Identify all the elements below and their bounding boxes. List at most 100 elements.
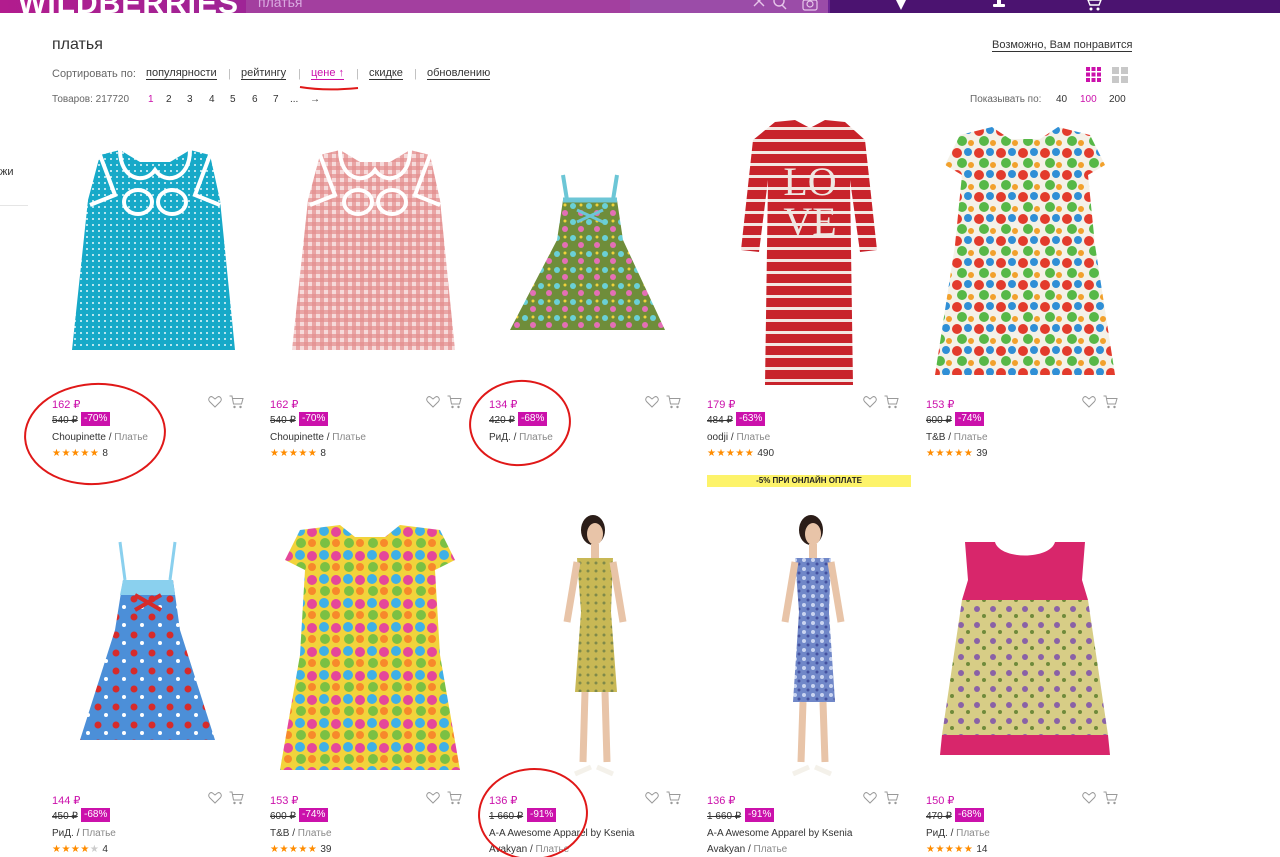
sidebar-cut-text[interactable]: жи: [0, 166, 14, 178]
cart-header-icon[interactable]: [1086, 0, 1104, 12]
product-image[interactable]: [940, 540, 1110, 760]
product-image[interactable]: [505, 170, 675, 340]
page-size-option[interactable]: 40: [1056, 94, 1067, 106]
add-to-cart-icon[interactable]: [229, 791, 244, 805]
sort-newest[interactable]: обновлению: [427, 67, 491, 80]
page-link[interactable]: 2: [166, 94, 172, 106]
review-count: 39: [976, 448, 988, 459]
discount-badge: -91%: [745, 808, 775, 822]
discount-badge: -74%: [299, 808, 329, 822]
sort-separator: |: [228, 68, 231, 80]
brand-name: T&B: [926, 432, 946, 443]
next-page-arrow[interactable]: →: [310, 94, 320, 106]
product-image[interactable]: LO VE: [735, 120, 885, 390]
add-to-cart-icon[interactable]: [229, 395, 244, 409]
sort-label: Сортировать по:: [52, 68, 136, 80]
sort-rating[interactable]: рейтингу: [241, 67, 287, 80]
add-to-cart-icon[interactable]: [884, 395, 899, 409]
sort-separator: |: [414, 68, 417, 80]
sort-popularity[interactable]: популярности: [146, 67, 217, 80]
brand-name: T&B: [270, 828, 290, 839]
profile-icon[interactable]: [990, 0, 1008, 12]
page-link[interactable]: 4: [209, 94, 215, 106]
product-old-price: 1 660 ₽: [707, 811, 742, 822]
product-image[interactable]: [930, 125, 1120, 380]
sidebar-divider: [0, 205, 28, 206]
page-link[interactable]: 6: [252, 94, 258, 106]
grid-view-small-icon[interactable]: [1086, 67, 1101, 82]
favorite-heart-icon[interactable]: [426, 395, 440, 409]
product-card[interactable]: 144 ₽ 450 ₽ -68% РиД. / Платье ★★★★★ 4: [52, 791, 252, 857]
discount-badge: -70%: [299, 412, 329, 426]
product-category: Платье: [332, 432, 366, 443]
discount-badge: -74%: [955, 412, 985, 426]
review-count: 8: [320, 448, 326, 459]
product-price: 153 ₽: [926, 399, 955, 411]
review-count: 39: [320, 844, 332, 855]
product-brand: oodji / Платье: [707, 432, 771, 443]
product-card[interactable]: 153 ₽ 600 ₽ -74% T&B / Платье ★★★★★ 39: [926, 395, 1126, 498]
product-card[interactable]: 162 ₽ 540 ₽ -70% Choupinette / Платье ★★…: [270, 395, 470, 498]
rating-stars: ★★★★★ 39: [270, 844, 332, 855]
favorite-heart-icon[interactable]: [645, 791, 659, 805]
page-link[interactable]: 3: [187, 94, 193, 106]
add-to-cart-icon[interactable]: [1103, 395, 1118, 409]
sort-separator: |: [298, 68, 301, 80]
add-to-cart-icon[interactable]: [884, 791, 899, 805]
product-card[interactable]: 150 ₽ 470 ₽ -68% РиД. / Платье ★★★★★ 14: [926, 791, 1126, 857]
svg-text:LO: LO: [783, 159, 836, 204]
favorite-heart-icon[interactable]: [863, 395, 877, 409]
discount-badge: -68%: [955, 808, 985, 822]
favorite-heart-icon[interactable]: [1082, 791, 1096, 805]
page-link[interactable]: 7: [273, 94, 279, 106]
product-card[interactable]: 153 ₽ 600 ₽ -74% T&B / Платье ★★★★★ 39: [270, 791, 470, 857]
camera-search-icon[interactable]: [802, 0, 818, 12]
site-logo[interactable]: WILDBERRIES: [18, 0, 239, 19]
page-link[interactable]: 5: [230, 94, 236, 106]
add-to-cart-icon[interactable]: [666, 791, 681, 805]
product-image[interactable]: [280, 150, 470, 355]
favorite-heart-icon[interactable]: [645, 395, 659, 409]
product-image[interactable]: [765, 512, 855, 787]
favorite-heart-icon[interactable]: [863, 791, 877, 805]
rating-stars: ★★★★★ 39: [926, 448, 988, 459]
page-size-option[interactable]: 100: [1080, 94, 1097, 106]
product-image[interactable]: [270, 525, 470, 775]
product-brand: T&B / Платье: [270, 828, 332, 839]
location-icon[interactable]: [893, 0, 909, 12]
sort-price[interactable]: цене ↑: [311, 67, 345, 80]
add-to-cart-icon[interactable]: [447, 791, 462, 805]
brand-name: Avakyan: [707, 844, 746, 855]
product-card[interactable]: 136 ₽ 1 660 ₽ -91% A-A Awesome Apparel b…: [707, 791, 907, 857]
add-to-cart-icon[interactable]: [447, 395, 462, 409]
product-price: 153 ₽: [270, 795, 299, 807]
product-old-price: 600 ₽: [926, 415, 952, 426]
add-to-cart-icon[interactable]: [1103, 791, 1118, 805]
product-brand: РиД. / Платье: [52, 828, 116, 839]
product-image[interactable]: [545, 512, 635, 787]
product-category: Платье: [736, 432, 771, 443]
product-category: Платье: [753, 844, 788, 855]
product-image[interactable]: [75, 540, 225, 750]
favorite-heart-icon[interactable]: [208, 791, 222, 805]
clear-search-icon[interactable]: [753, 0, 765, 12]
page-link[interactable]: 1: [148, 94, 154, 106]
favorite-heart-icon[interactable]: [1082, 395, 1096, 409]
brand-name: Choupinette: [270, 432, 324, 443]
sort-discount[interactable]: скидке: [369, 67, 403, 80]
grid-view-large-icon[interactable]: [1112, 67, 1128, 83]
product-price: 136 ₽: [707, 795, 736, 807]
product-image[interactable]: [60, 150, 250, 355]
search-icon[interactable]: [773, 0, 787, 12]
page-size-option[interactable]: 200: [1109, 94, 1126, 106]
search-input-right[interactable]: [630, 0, 828, 13]
goods-count: Товаров: 217720: [52, 94, 130, 105]
search-query[interactable]: платья: [258, 0, 303, 10]
maybe-like-link[interactable]: Возможно, Вам понравится: [992, 39, 1133, 52]
page-size-label: Показывать по:: [970, 94, 1042, 105]
favorite-heart-icon[interactable]: [208, 395, 222, 409]
search-input[interactable]: [246, 0, 630, 13]
rating-stars: ★★★★★ 490: [707, 448, 775, 459]
add-to-cart-icon[interactable]: [666, 395, 681, 409]
favorite-heart-icon[interactable]: [426, 791, 440, 805]
